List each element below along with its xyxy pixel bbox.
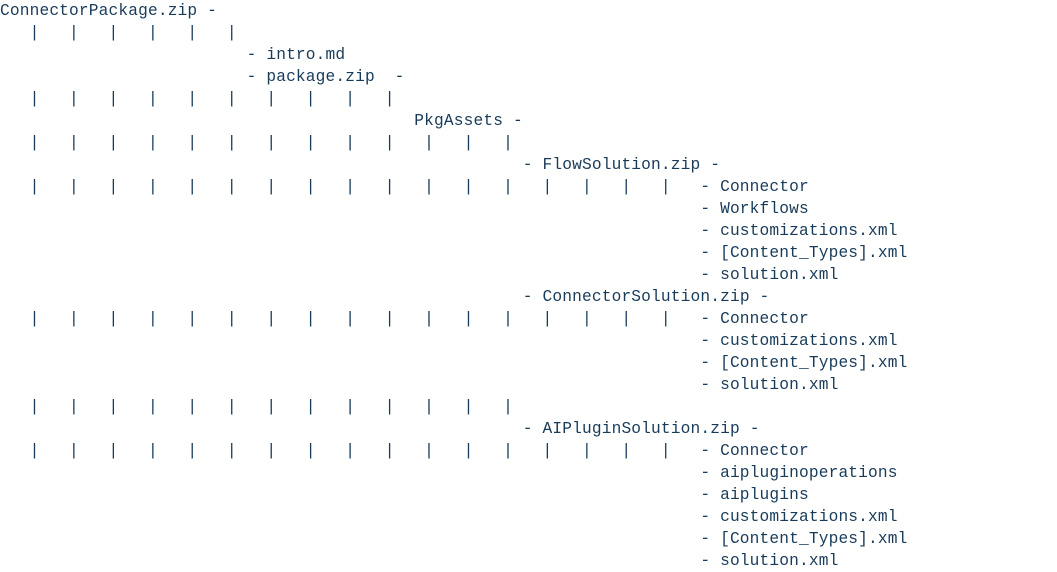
node-flow-connector: Connector (720, 178, 809, 196)
node-ai-solutionxml: solution.xml (720, 552, 838, 570)
node-ai-plugins: aiplugins (720, 486, 809, 504)
node-conn-contenttypes: [Content_Types].xml (720, 354, 907, 372)
node-ai-customizations: customizations.xml (720, 508, 898, 526)
node-ai-connector: Connector (720, 442, 809, 460)
node-conn-connector: Connector (720, 310, 809, 328)
node-intro: intro.md (266, 46, 345, 64)
tree-diagram: ConnectorPackage.zip - | | | | | | - int… (0, 0, 1057, 572)
node-packagezip: package.zip (266, 68, 375, 86)
node-flow-solutionxml: solution.xml (720, 266, 838, 284)
node-flow-workflows: Workflows (720, 200, 809, 218)
node-flow-contenttypes: [Content_Types].xml (720, 244, 907, 262)
node-ai-contenttypes: [Content_Types].xml (720, 530, 907, 548)
node-conn-customizations: customizations.xml (720, 332, 898, 350)
node-flow-customizations: customizations.xml (720, 222, 898, 240)
node-conn-solutionxml: solution.xml (720, 376, 838, 394)
node-flowsolution: FlowSolution.zip (543, 156, 701, 174)
node-ai-ops: aipluginoperations (720, 464, 898, 482)
node-pkgassets: PkgAssets (414, 112, 503, 130)
node-aipluginsolution: AIPluginSolution.zip (543, 420, 740, 438)
node-connectorsolution: ConnectorSolution.zip (543, 288, 750, 306)
node-root: ConnectorPackage.zip (0, 2, 197, 20)
